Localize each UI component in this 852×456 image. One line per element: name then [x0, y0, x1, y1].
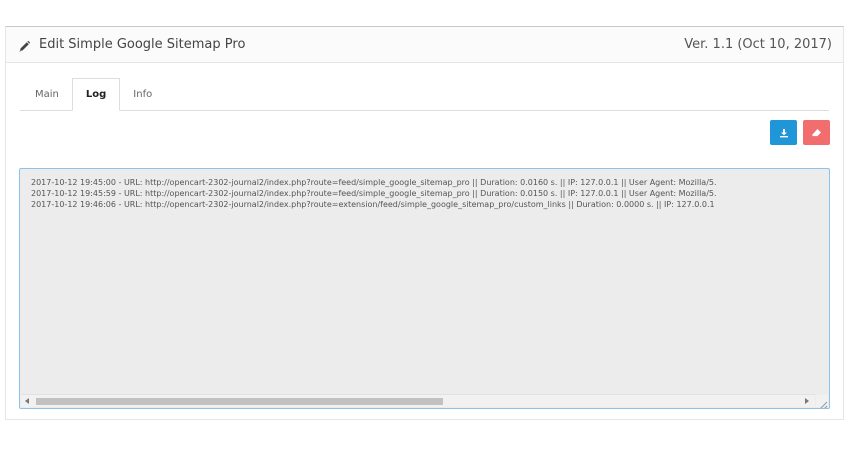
log-line: 2017-10-12 19:45:00 - URL: http://openca… [31, 178, 717, 187]
tab-info[interactable]: Info [120, 79, 165, 110]
title-wrap: Edit Simple Google Sitemap Pro [18, 37, 245, 52]
panel-title: Edit Simple Google Sitemap Pro [39, 37, 246, 52]
log-line: 2017-10-12 19:45:59 - URL: http://openca… [31, 189, 717, 198]
log-actions [770, 120, 830, 145]
scroll-right-arrow-icon[interactable] [805, 398, 809, 404]
horizontal-scrollbar[interactable] [21, 394, 815, 407]
panel-heading: Edit Simple Google Sitemap Pro Ver. 1.1 … [6, 27, 843, 63]
download-log-button[interactable] [770, 120, 797, 145]
log-lines: 2017-10-12 19:45:00 - URL: http://openca… [20, 169, 829, 210]
scroll-left-arrow-icon[interactable] [25, 398, 29, 404]
tab-main[interactable]: Main [22, 79, 72, 110]
clear-log-button[interactable] [803, 120, 830, 145]
resize-grip-icon[interactable] [816, 395, 828, 408]
download-icon [779, 123, 789, 142]
version-label: Ver. 1.1 (Oct 10, 2017) [684, 37, 832, 52]
pencil-icon [18, 38, 31, 52]
edit-panel: Edit Simple Google Sitemap Pro Ver. 1.1 … [5, 26, 844, 420]
scrollbar-thumb[interactable] [36, 398, 443, 405]
tab-log[interactable]: Log [71, 78, 121, 111]
log-textarea[interactable]: 2017-10-12 19:45:00 - URL: http://openca… [19, 168, 830, 409]
panel-body: Main Log Info [6, 78, 843, 111]
eraser-icon [811, 123, 822, 142]
log-line: 2017-10-12 19:46:06 - URL: http://openca… [31, 200, 715, 209]
tab-bar: Main Log Info [20, 78, 829, 111]
